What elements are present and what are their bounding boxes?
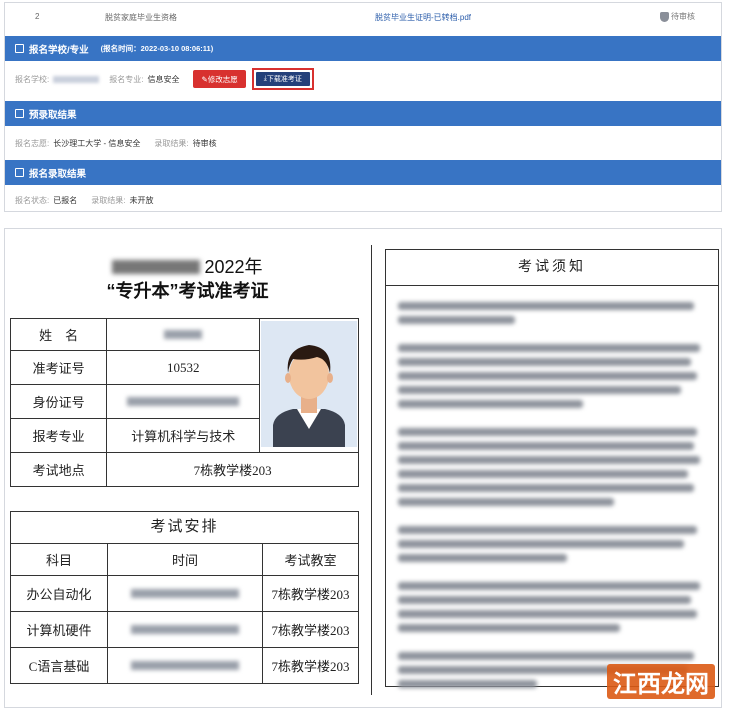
- school-name-redacted: [112, 260, 201, 274]
- school-section-header: 报名学校/专业 (报名时间：2022-03-10 08:06:11): [5, 36, 721, 61]
- table-row: C语言基础 7栋教学楼203: [10, 647, 359, 684]
- admit-section-header: 报名录取结果: [5, 160, 721, 185]
- file-status-label: 待审核: [671, 12, 695, 21]
- major-label: 报名专业:: [109, 74, 144, 84]
- admit-result-label: 录取结果:: [91, 195, 126, 205]
- pre-result-label: 录取结果:: [154, 138, 189, 148]
- vertical-divider: [371, 245, 372, 695]
- schedule-time-redacted: [107, 647, 263, 684]
- location-value: 7栋教学楼203: [106, 452, 359, 487]
- download-highlight-box: ⤓ 下载准考证: [251, 68, 314, 90]
- choice-value: 长沙理工大学 - 信息安全: [53, 138, 141, 148]
- major-value: 信息安全: [147, 74, 180, 84]
- choice-label: 报名志愿:: [15, 138, 50, 148]
- candidate-info-table: 姓 名 准考证号 10532 身份证号 报考专业 计算机科学与技术 考试地点 7…: [9, 318, 359, 487]
- exam-notice: 考试须知: [385, 249, 719, 688]
- major-label: 报考专业: [9, 418, 108, 453]
- status-label: 报名状态:: [15, 195, 50, 205]
- name-value-redacted: [106, 318, 261, 351]
- shield-icon: [660, 11, 669, 22]
- status-value: 已报名: [53, 195, 78, 205]
- pre-admit-section-header: 预录取结果: [5, 101, 721, 126]
- schedule-table: 科目 时间 考试教室 办公自动化 7栋教学楼203 计算机硬件 7栋教学楼203…: [10, 543, 359, 684]
- location-label: 考试地点: [9, 452, 108, 487]
- ticket-no-value: 10532: [106, 350, 261, 385]
- admit-result-value: 未开放: [129, 195, 154, 205]
- table-row: 办公自动化 7栋教学楼203: [10, 575, 359, 612]
- file-link[interactable]: 脱贫毕业生证明-已转档.pdf: [375, 12, 471, 23]
- admit-info-row: 报名状态: 已报名 录取结果: 未开放: [5, 189, 721, 211]
- school-value-redacted: [53, 75, 100, 83]
- schedule-header-subject: 科目: [10, 543, 108, 576]
- avatar: [261, 320, 357, 447]
- edit-choice-button[interactable]: ✎ 修改志愿: [193, 70, 246, 88]
- school-icon: [15, 44, 24, 53]
- admit-section-title: 报名录取结果: [29, 168, 87, 180]
- ticket-title: 2022年: [5, 253, 370, 279]
- id-label: 身份证号: [9, 384, 108, 419]
- application-status-panel: 2 脱贫家庭毕业生资格 脱贫毕业生证明-已转档.pdf 待审核 报名学校/专业 …: [4, 2, 722, 212]
- file-row-index: 2: [35, 12, 40, 21]
- notice-title: 考试须知: [386, 250, 718, 286]
- ticket-no-label: 准考证号: [9, 350, 108, 385]
- school-label: 报名学校:: [15, 74, 50, 84]
- file-row-name: 脱贫家庭毕业生资格: [105, 13, 177, 22]
- table-row: 计算机硬件 7栋教学楼203: [10, 611, 359, 648]
- result-icon: [15, 168, 24, 177]
- schedule-subject: C语言基础: [10, 647, 108, 684]
- site-watermark: 江西龙网: [607, 664, 715, 699]
- schedule-time-redacted: [107, 575, 263, 612]
- ticket-subtitle: “专升本”考试准考证: [106, 281, 269, 301]
- schedule-room: 7栋教学楼203: [262, 575, 359, 612]
- schedule-title: 考试安排: [10, 511, 359, 544]
- application-time: (报名时间：2022-03-10 08:06:11): [100, 44, 214, 53]
- schedule-time-redacted: [107, 611, 263, 648]
- download-ticket-button[interactable]: ⤓ 下载准考证: [255, 72, 310, 86]
- candidate-photo: [259, 318, 359, 453]
- schedule-subject: 计算机硬件: [10, 611, 108, 648]
- file-status: 待审核: [660, 11, 695, 22]
- major-value: 计算机科学与技术: [106, 418, 261, 453]
- schedule-header-room: 考试教室: [262, 543, 359, 576]
- result-icon: [15, 109, 24, 118]
- school-section-title: 报名学校/专业: [29, 44, 89, 56]
- schedule-room: 7栋教学楼203: [262, 647, 359, 684]
- name-label: 姓 名: [9, 318, 108, 351]
- schedule-room: 7栋教学楼203: [262, 611, 359, 648]
- school-info-row: 报名学校: 报名专业: 信息安全 ✎ 修改志愿 ⤓ 下载准考证: [5, 67, 721, 91]
- schedule-subject: 办公自动化: [10, 575, 108, 612]
- admission-ticket: 2022年 “专升本”考试准考证 姓 名 准考证号 10532 身份证号 报考专…: [4, 228, 722, 708]
- pre-result-value: 待审核: [192, 138, 217, 148]
- schedule-header-time: 时间: [107, 543, 263, 576]
- id-value-redacted: [106, 384, 261, 419]
- uploaded-file-row: 2 脱贫家庭毕业生资格 脱贫毕业生证明-已转档.pdf 待审核: [5, 3, 721, 33]
- pre-admit-info-row: 报名志愿: 长沙理工大学 - 信息安全 录取结果: 待审核: [5, 131, 721, 155]
- notice-body-redacted: [386, 286, 718, 704]
- pre-admit-section-title: 预录取结果: [29, 109, 77, 121]
